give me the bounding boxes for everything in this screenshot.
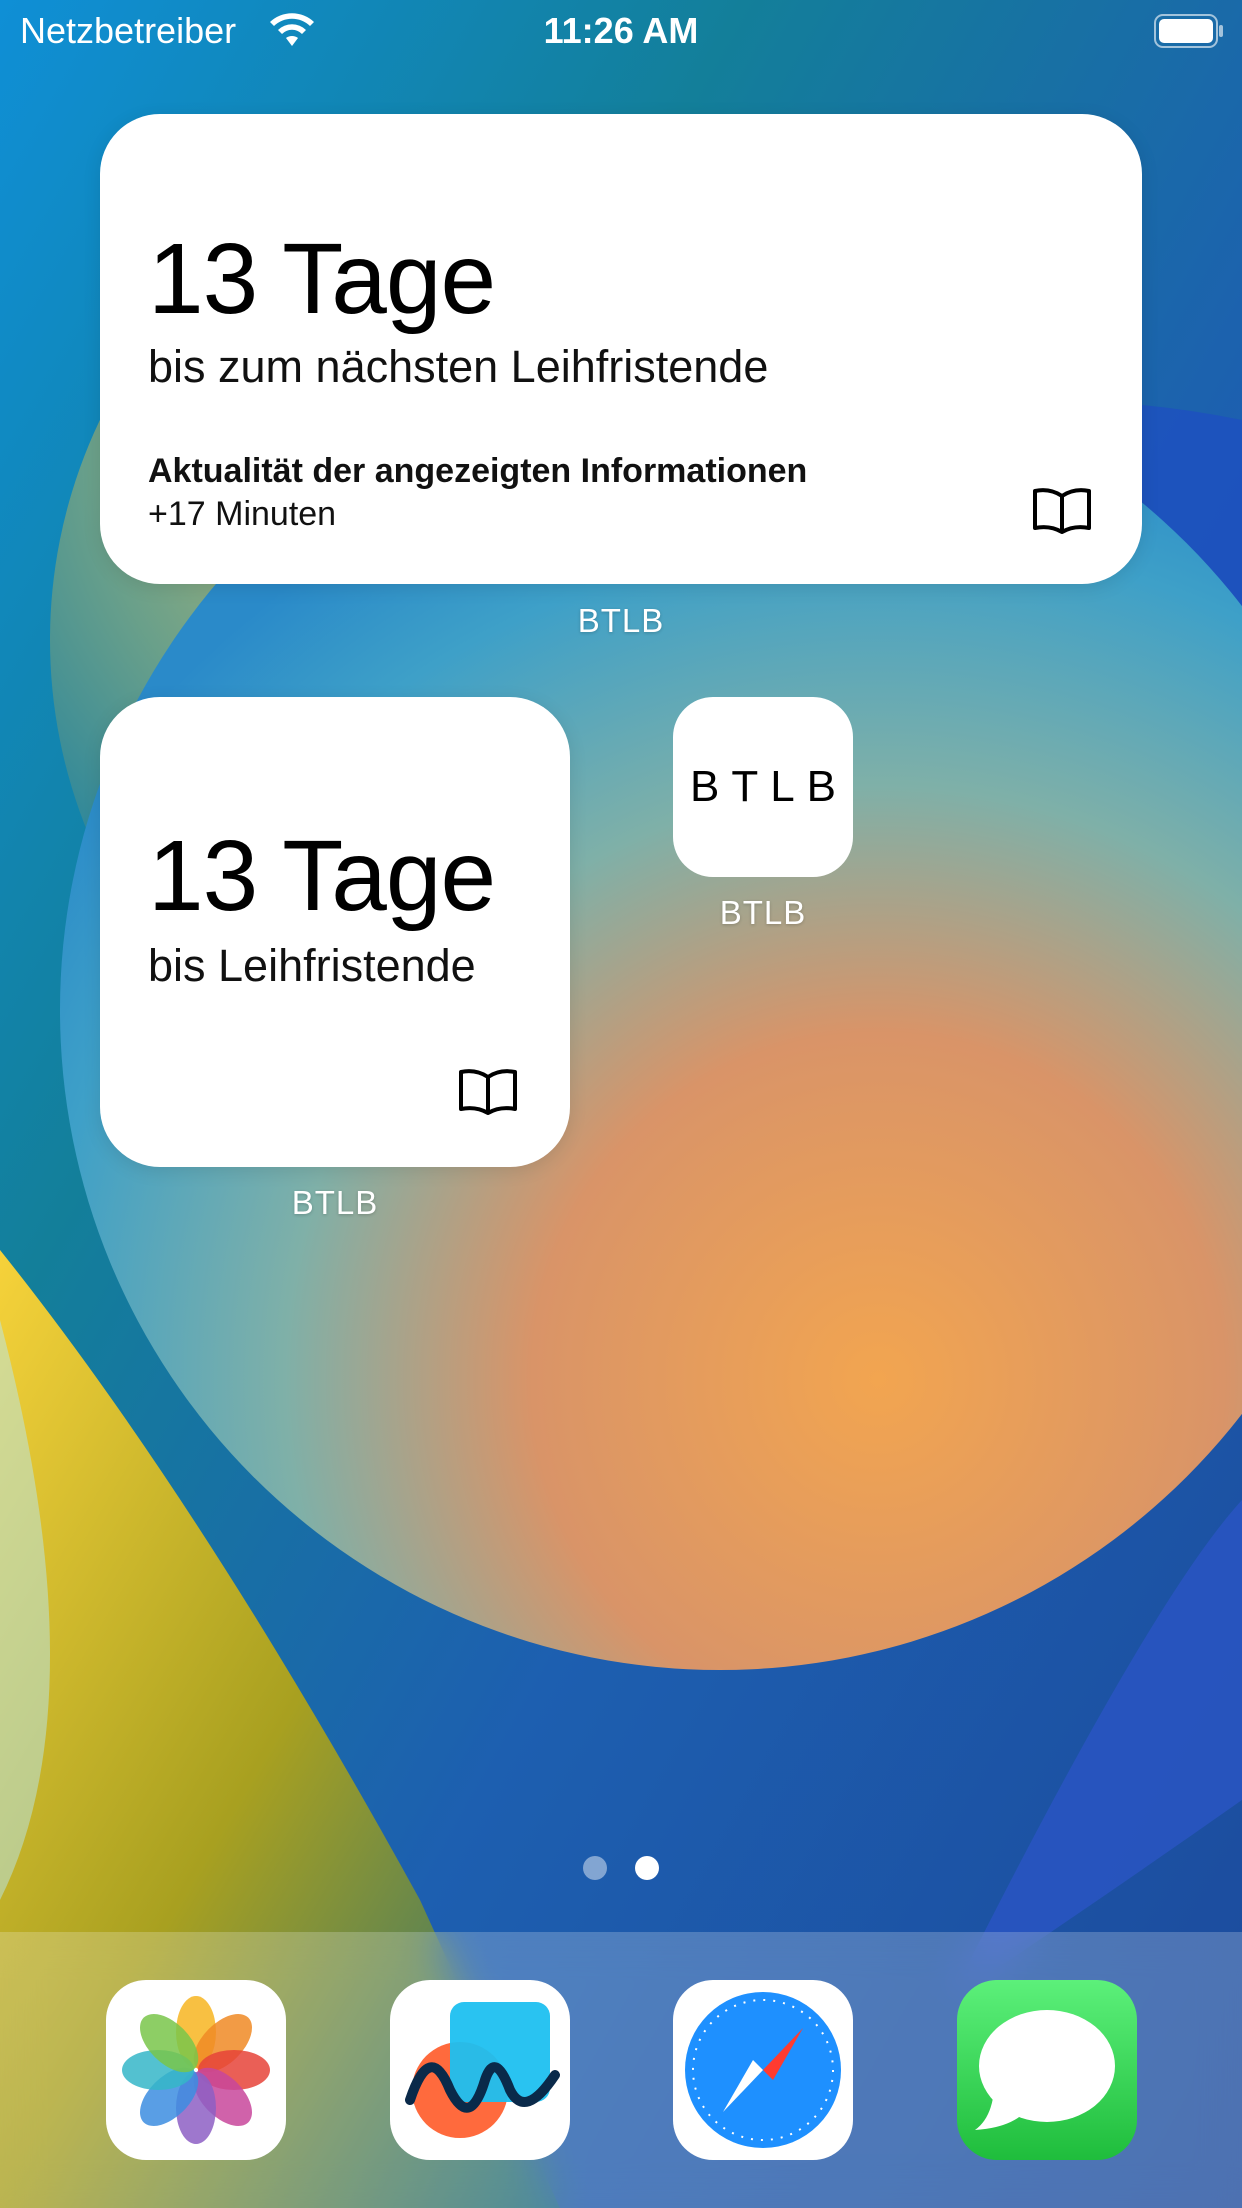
widget-subtitle: bis Leihfristende [148, 940, 476, 991]
app-label: BTLB [719, 894, 807, 931]
days-remaining: 13 Tage [148, 223, 496, 335]
widget-subtitle: bis zum nächsten Leihfristende [148, 341, 769, 392]
btlb-app-icon[interactable]: BTLB [673, 697, 853, 877]
battery-icon [1154, 14, 1223, 48]
clock: 11:26 AM [543, 10, 699, 51]
btlb-medium-widget[interactable]: 13 Tage bis zum nächsten Leihfristende A… [100, 114, 1142, 584]
freeform-icon [390, 1980, 570, 2160]
photos-app[interactable] [106, 1980, 286, 2160]
days-remaining: 13 Tage [148, 820, 496, 932]
messages-icon [957, 1980, 1137, 2160]
app-icon-text: BTLB [689, 762, 849, 811]
freeform-app[interactable] [390, 1980, 570, 2160]
page-dot-1[interactable] [583, 1856, 607, 1880]
book-icon [459, 1069, 517, 1115]
status-bar: Netzbetreiber 11:26 AM [0, 0, 1242, 62]
btlb-small-widget[interactable]: 13 Tage bis Leihfristende [100, 697, 570, 1167]
info-title: Aktualität der angezeigten Informationen [148, 452, 808, 490]
book-icon [1033, 488, 1091, 534]
info-value: +17 Minuten [148, 495, 337, 533]
widget-label: BTLB [291, 1184, 379, 1221]
widget-label: BTLB [577, 602, 665, 639]
messages-app[interactable] [957, 1980, 1137, 2160]
page-dot-2-current[interactable] [635, 1856, 659, 1880]
photos-icon [106, 1980, 286, 2160]
safari-icon [673, 1980, 853, 2160]
safari-app[interactable] [673, 1980, 853, 2160]
